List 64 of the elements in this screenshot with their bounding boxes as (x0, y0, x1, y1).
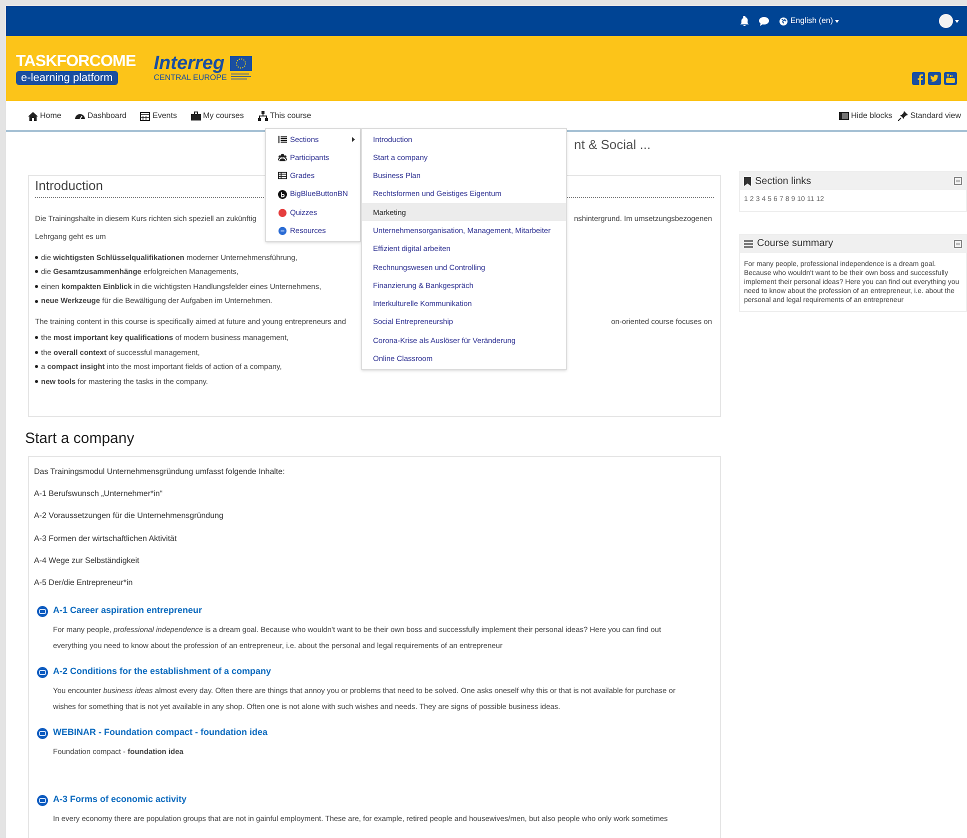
bullet-icon (35, 350, 38, 354)
section-title: Start a company (25, 429, 136, 449)
nav-link[interactable]: Hide blocks (838, 110, 892, 122)
nav-link[interactable]: Home (28, 110, 62, 122)
activity-icon (37, 606, 48, 617)
caret-icon (352, 136, 356, 142)
calendar-icon (140, 110, 150, 120)
bookmark-icon (744, 176, 751, 186)
avatar-icon (939, 14, 953, 28)
bullet-icon (35, 365, 38, 368)
resource-icon (278, 226, 287, 236)
pin-icon (898, 110, 908, 120)
chat-icon[interactable] (759, 16, 770, 26)
paragraph-text: A-4 Wege zur Selbständigkeit (34, 554, 140, 567)
bullet-icon (35, 284, 38, 288)
activity-link[interactable]: A-1 Career aspiration entrepreneur (53, 604, 202, 618)
partner-logo-text: Interreg (154, 54, 224, 72)
paragraph-text: Das Trainingsmodul Unternehmensgründung umfasst folgende Inhalte: (34, 466, 286, 478)
activity-icon (37, 666, 48, 678)
activity-link[interactable]: WEBINAR - Foundation compact - foundation idea (53, 726, 268, 740)
twitter-icon[interactable] (928, 72, 941, 85)
table-icon (278, 171, 287, 180)
facebook-icon[interactable] (912, 72, 925, 85)
bell-icon[interactable] (740, 16, 750, 26)
paragraph-text: A-5 Der/die Entrepreneur*in (34, 576, 134, 589)
block-title: Course summary (757, 237, 834, 251)
block-title: Section links (755, 174, 812, 188)
partner-region: CENTRAL EUROPE (154, 72, 227, 82)
youtube-icon[interactable] (944, 72, 957, 85)
user-menu[interactable] (939, 14, 959, 28)
bullet-icon (35, 270, 38, 274)
collapse-icon[interactable] (954, 240, 962, 248)
home-icon (28, 110, 38, 120)
nav-link[interactable]: Events (140, 110, 177, 122)
activity-link[interactable]: A-3 Forms of economic activity (53, 793, 187, 807)
paragraph-text: A-3 Formen der wirtschaftlichen Aktivität (34, 532, 178, 545)
circle-b-icon (278, 190, 287, 199)
users-icon (278, 152, 287, 162)
collapse-icon[interactable] (954, 177, 962, 185)
tagline: e-learning platform (16, 70, 118, 84)
briefcase-icon (190, 110, 201, 120)
bullet-icon (35, 336, 38, 340)
globe-icon (779, 16, 788, 26)
fine-print-drawing (230, 73, 252, 81)
menu-icon (744, 240, 753, 248)
language-menu[interactable]: English (en) (779, 15, 839, 27)
activity-icon (37, 794, 48, 806)
bullet-icon (35, 380, 38, 383)
activity-icon (37, 728, 48, 739)
list-icon (278, 134, 287, 144)
nav-link[interactable]: Dashboard (75, 110, 126, 122)
bullet-icon (35, 300, 38, 303)
paragraph-text: A-2 Voraussetzungen für die Unternehmensgründung (34, 510, 224, 522)
eu-flag-icon (230, 56, 252, 71)
sitemap-icon (258, 110, 268, 120)
page-title: nt & Social ... (574, 136, 651, 154)
nav-link[interactable]: Standard view (898, 110, 961, 122)
nav-link[interactable]: This course (258, 110, 312, 122)
bullet-icon (35, 256, 38, 259)
activity-link[interactable]: A-2 Conditions for the establishment of a company (53, 665, 272, 679)
nav-link[interactable]: My courses (190, 110, 244, 122)
quiz-icon (278, 208, 287, 217)
paragraph-text: A-1 Berufswunsch „Unternehmer*in“ (34, 488, 164, 500)
panel-icon (838, 110, 849, 120)
